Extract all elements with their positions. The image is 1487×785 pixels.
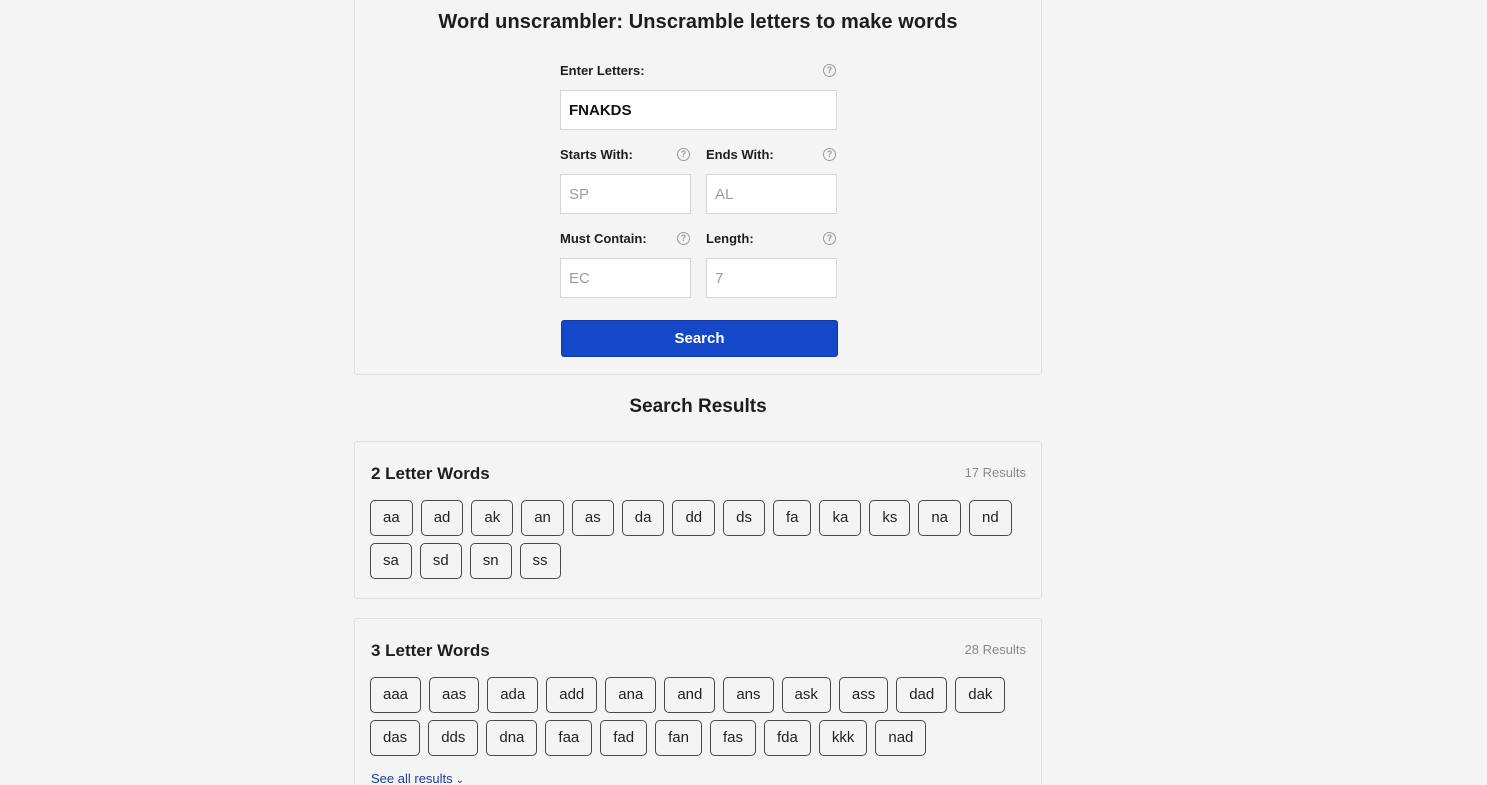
question-circle-icon[interactable]: ? — [677, 148, 690, 161]
word-chip[interactable]: kkk — [818, 720, 868, 756]
must-contain-input[interactable] — [560, 258, 691, 298]
word-chip[interactable]: aaa — [370, 677, 422, 713]
word-list: aa ad ak an as da dd ds fa ka ks na nd sa sd sn ss — [370, 500, 1026, 579]
card-title: 2 Letter Words — [371, 464, 490, 483]
unscrambler-form-panel: Word unscrambler: Unscramble letters to … — [354, 0, 1042, 375]
must-contain-label: Must Contain: — [560, 231, 647, 246]
see-all-label: See all results — [371, 771, 453, 785]
word-chip[interactable]: da — [621, 500, 665, 536]
word-chip[interactable]: faa — [545, 720, 593, 756]
word-chip[interactable]: fas — [709, 720, 756, 756]
results-card-2-letter: 2 Letter Words 17 Results aa ad ak an as da dd… — [354, 441, 1042, 599]
question-circle-icon[interactable]: ? — [823, 148, 836, 161]
word-chip[interactable]: add — [546, 677, 598, 713]
word-chip[interactable]: ad — [420, 500, 464, 536]
word-chip[interactable]: ks — [869, 500, 911, 536]
word-chip[interactable]: na — [918, 500, 962, 536]
word-chip[interactable]: dak — [955, 677, 1006, 713]
page-title: Word unscrambler: Unscramble letters to … — [438, 11, 958, 33]
word-chip[interactable]: an — [521, 500, 564, 536]
question-circle-icon[interactable]: ? — [823, 64, 836, 77]
word-chip[interactable]: nad — [875, 720, 927, 756]
word-chip[interactable]: das — [370, 720, 421, 756]
word-chip[interactable]: fan — [655, 720, 702, 756]
letters-input[interactable] — [560, 90, 837, 130]
results-count: 17 Results — [964, 465, 1026, 480]
chevron-down-icon: ⌄ — [455, 775, 465, 785]
word-chip[interactable]: fda — [764, 720, 811, 756]
length-input[interactable] — [706, 258, 837, 298]
search-button[interactable]: Search — [561, 320, 838, 357]
word-chip[interactable]: dna — [486, 720, 538, 756]
word-chip[interactable]: ss — [519, 543, 561, 579]
search-results-heading: Search Results — [629, 396, 767, 417]
word-chip[interactable]: ana — [605, 677, 657, 713]
ends-with-input[interactable] — [706, 174, 837, 214]
word-chip[interactable]: aas — [429, 677, 480, 713]
length-label: Length: — [706, 231, 754, 246]
starts-with-label: Starts With: — [560, 147, 633, 162]
results-count: 28 Results — [964, 642, 1026, 657]
word-chip[interactable]: ds — [723, 500, 765, 536]
word-chip[interactable]: aa — [370, 500, 413, 536]
results-card-3-letter: 3 Letter Words 28 Results aaa aas ada add an… — [354, 618, 1042, 785]
word-chip[interactable]: sd — [419, 543, 462, 579]
word-list: aaa aas ada add ana and ans ask ass dad dak das dds d… — [370, 677, 1026, 756]
word-chip[interactable]: sn — [469, 543, 512, 579]
card-title: 3 Letter Words — [371, 641, 490, 660]
ends-with-label: Ends With: — [706, 147, 774, 162]
word-chip[interactable]: fad — [600, 720, 648, 756]
word-chip[interactable]: fa — [772, 500, 812, 536]
word-chip[interactable]: ask — [781, 677, 831, 713]
word-chip[interactable]: nd — [969, 500, 1012, 536]
word-chip[interactable]: ass — [838, 677, 889, 713]
question-circle-icon[interactable]: ? — [823, 232, 836, 245]
word-chip[interactable]: and — [664, 677, 716, 713]
word-chip[interactable]: ka — [819, 500, 862, 536]
page: Word unscrambler: Unscramble letters to … — [0, 0, 1487, 785]
word-chip[interactable]: dds — [428, 720, 479, 756]
word-chip[interactable]: as — [571, 500, 614, 536]
see-all-results-link[interactable]: See all results ⌄ — [371, 771, 464, 785]
word-chip[interactable]: dad — [896, 677, 948, 713]
word-chip[interactable]: ans — [723, 677, 774, 713]
starts-with-input[interactable] — [560, 174, 691, 214]
word-chip[interactable]: ada — [487, 677, 539, 713]
word-chip[interactable]: sa — [370, 543, 412, 579]
question-circle-icon[interactable]: ? — [677, 232, 690, 245]
word-chip[interactable]: dd — [672, 500, 716, 536]
enter-letters-label: Enter Letters: — [560, 63, 645, 78]
word-chip[interactable]: ak — [471, 500, 514, 536]
